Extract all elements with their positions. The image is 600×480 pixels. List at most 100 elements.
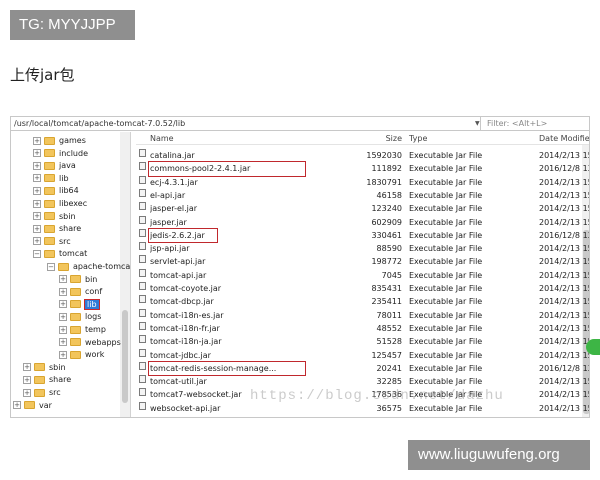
jar-file-icon (139, 162, 146, 171)
expand-toggle-icon[interactable]: − (33, 249, 41, 258)
tree-item-src[interactable]: + src (33, 235, 71, 248)
file-row[interactable]: tomcat-util.jar 32285 Executable Jar File 2… (136, 375, 589, 388)
expand-toggle-icon[interactable]: + (59, 275, 67, 284)
tree-item-games[interactable]: + games (33, 134, 86, 147)
tree-item-lib[interactable]: + lib (33, 172, 69, 185)
expand-toggle-icon[interactable]: + (59, 338, 67, 347)
tree-item-tomcat[interactable]: − tomcat (33, 247, 87, 260)
file-type: Executable Jar File (409, 164, 483, 174)
column-header-name[interactable]: Name (150, 132, 350, 145)
file-name: el-api.jar (150, 190, 186, 200)
file-date: 2014/2/13 15:29 (539, 177, 589, 187)
tree-item-label: var (39, 400, 52, 410)
expand-toggle-icon[interactable]: + (33, 149, 41, 158)
file-type: Executable Jar File (409, 230, 483, 240)
expand-toggle-icon[interactable]: + (23, 375, 31, 384)
expand-toggle-icon[interactable]: + (59, 350, 67, 359)
tree-scrollbar-thumb[interactable] (122, 310, 128, 403)
tree-item-conf[interactable]: + conf (59, 285, 102, 298)
tree-item-apache-tomca[interactable]: − apache-tomca (47, 260, 130, 273)
tree-item-label: lib64 (59, 186, 79, 196)
file-size: 111892 (371, 164, 402, 174)
expand-toggle-icon[interactable]: + (23, 363, 31, 372)
file-type: Executable Jar File (409, 363, 483, 373)
file-row[interactable]: tomcat-coyote.jar 835431 Executable Jar Fi… (136, 282, 589, 295)
tree-item-sbin[interactable]: + sbin (33, 210, 76, 223)
expand-toggle-icon[interactable]: + (33, 224, 41, 233)
tree-item-sbin[interactable]: + sbin (23, 361, 66, 374)
filter-input[interactable]: Filter: <Alt+L> (484, 117, 589, 130)
file-name: tomcat-coyote.jar (150, 284, 222, 293)
path-input[interactable]: /usr/local/tomcat/apache-tomcat-7.0.52/l… (11, 117, 481, 130)
tree-item-lib64[interactable]: + lib64 (33, 184, 79, 197)
file-row[interactable]: servlet-api.jar 198772 Executable Jar File… (136, 255, 589, 268)
expand-toggle-icon[interactable]: − (47, 262, 55, 271)
side-float-button[interactable] (586, 339, 600, 355)
file-row[interactable]: catalina.jar 1592030 Executable Jar File 20… (136, 149, 589, 162)
tree-item-libexec[interactable]: + libexec (33, 197, 87, 210)
file-row[interactable]: jsp-api.jar 88590 Executable Jar File 2014/… (136, 242, 589, 255)
tree-item-share[interactable]: + share (33, 222, 81, 235)
file-row[interactable]: tomcat-i18n-fr.jar 48552 Executable Jar Fi… (136, 321, 589, 335)
expand-toggle-icon[interactable]: + (33, 186, 41, 195)
tree-item-java[interactable]: + java (33, 159, 76, 172)
file-row[interactable]: ecj-4.3.1.jar 1830791 Executable Jar File 2… (136, 175, 589, 189)
file-row[interactable]: jasper-el.jar 123240 Executable Jar File 20… (136, 202, 589, 215)
expand-toggle-icon[interactable]: + (33, 161, 41, 170)
folder-icon (70, 350, 81, 359)
column-header-date[interactable]: Date Modified (539, 132, 589, 145)
tree-item-webapps[interactable]: + webapps (59, 336, 121, 349)
tree-item-work[interactable]: + work (59, 348, 104, 361)
tree-item-logs[interactable]: + logs (59, 310, 101, 323)
tree-item-label: java (59, 161, 76, 171)
expand-toggle-icon[interactable]: + (33, 136, 41, 145)
file-date: 2014/2/13 15:29 (539, 310, 589, 320)
expand-toggle-icon[interactable]: + (59, 325, 67, 334)
expand-toggle-icon[interactable]: + (59, 312, 67, 321)
tree-item-share[interactable]: + share (23, 373, 71, 386)
file-row[interactable]: tomcat-api.jar 7045 Executable Jar File 201… (136, 268, 589, 282)
file-size: 235411 (371, 297, 402, 307)
expand-toggle-icon[interactable]: + (33, 199, 41, 208)
tree-item-lib[interactable]: + lib (59, 298, 100, 311)
tree-item-temp[interactable]: + temp (59, 323, 106, 336)
jar-file-icon (139, 308, 146, 317)
tree-item-src[interactable]: + src (23, 386, 61, 399)
file-name: jasper-el.jar (150, 204, 198, 214)
expand-toggle-icon[interactable]: + (33, 174, 41, 183)
file-row[interactable]: tomcat-jdbc.jar 125457 Executable Jar File… (136, 348, 589, 362)
file-date: 2014/2/13 15:29 (539, 390, 589, 400)
file-size: 48552 (376, 323, 402, 333)
tree-item-include[interactable]: + include (33, 147, 88, 160)
expand-toggle-icon[interactable]: + (33, 212, 41, 221)
file-date: 2014/2/13 15:29 (539, 337, 589, 347)
folder-icon (34, 375, 45, 384)
jar-file-icon (139, 401, 146, 410)
tree-item-label: logs (85, 312, 102, 322)
tree-item-label: src (59, 236, 71, 246)
tree-item-var[interactable]: + var (13, 399, 52, 412)
column-header-size[interactable]: Size (346, 132, 402, 145)
expand-toggle-icon[interactable]: + (59, 300, 67, 309)
folder-icon (44, 174, 55, 183)
file-size: 1592030 (366, 151, 402, 160)
chevron-down-icon[interactable]: ▼ (475, 120, 480, 127)
folder-icon (70, 275, 81, 284)
expand-toggle-icon[interactable]: + (59, 287, 67, 296)
file-row[interactable]: tomcat-dbcp.jar 235411 Executable Jar File… (136, 295, 589, 308)
jar-file-icon (139, 282, 146, 290)
folder-icon (44, 199, 55, 208)
column-header-type[interactable]: Type (409, 132, 529, 145)
expand-toggle-icon[interactable]: + (33, 237, 41, 246)
file-row[interactable]: el-api.jar 46158 Executable Jar File 2014/2… (136, 188, 589, 202)
folder-icon (58, 262, 69, 271)
file-row[interactable]: jasper.jar 602909 Executable Jar File 2014/… (136, 215, 589, 229)
file-row[interactable]: tomcat-i18n-es.jar 78011 Executable Jar Fi… (136, 308, 589, 322)
tree-item-bin[interactable]: + bin (59, 273, 97, 286)
file-row[interactable]: tomcat-i18n-ja.jar 51528 Executable Jar Fi… (136, 335, 589, 348)
tree-item-label: tomcat (59, 249, 88, 259)
expand-toggle-icon[interactable]: + (13, 401, 21, 410)
file-date: 2016/12/8 13:26 (539, 230, 589, 240)
file-type: Executable Jar File (409, 217, 483, 227)
expand-toggle-icon[interactable]: + (23, 388, 31, 397)
